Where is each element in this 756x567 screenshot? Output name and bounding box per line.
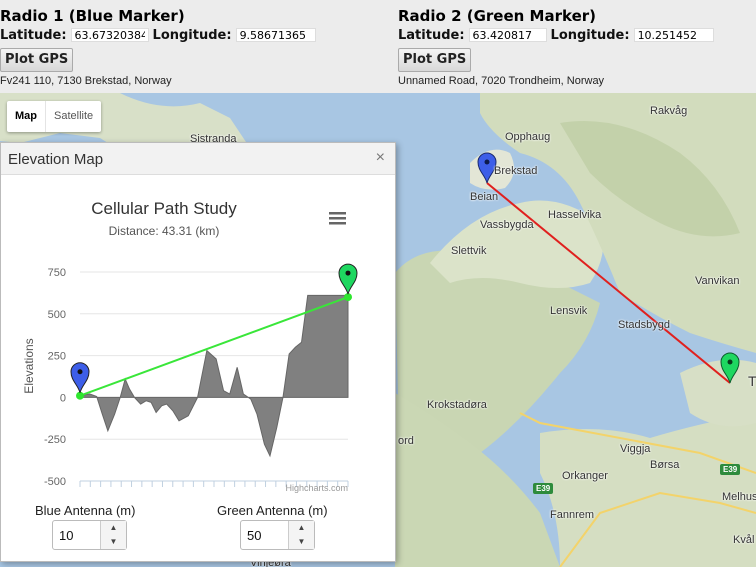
place-label: Melhus xyxy=(722,491,756,503)
radio1-lat-input[interactable] xyxy=(70,28,149,42)
place-label: ord xyxy=(398,435,414,447)
radio1-title: Radio 1 (Blue Marker) xyxy=(0,7,185,25)
spinner-arrows: ▲ ▼ xyxy=(288,521,314,549)
road-sign: E39 xyxy=(533,483,554,494)
y-tick-label: -250 xyxy=(44,434,66,446)
blue-endpoint xyxy=(76,391,84,400)
radio2-title: Radio 2 (Green Marker) xyxy=(398,7,596,25)
spin-up-icon[interactable]: ▲ xyxy=(289,521,314,535)
place-label: Børsa xyxy=(650,459,680,471)
place-label: Orkanger xyxy=(562,470,608,482)
radio2-lat-label: Latitude: xyxy=(398,27,465,43)
place-label: Krokstadøra xyxy=(427,399,487,411)
dialog-header[interactable]: Elevation Map × xyxy=(1,143,395,175)
y-tick-label: -500 xyxy=(44,476,66,488)
map-type-map-button[interactable]: Map xyxy=(7,101,45,132)
blue-chart-marker-icon xyxy=(70,362,90,393)
radio1-panel: Radio 1 (Blue Marker) Latitude: Longitud… xyxy=(0,6,320,87)
blue-antenna-value[interactable]: 10 xyxy=(59,528,73,543)
place-label: Opphaug xyxy=(505,131,551,143)
place-label: Lensvik xyxy=(550,305,588,317)
marker-pin-dot xyxy=(345,270,351,276)
map-type-control: Map Satellite xyxy=(7,101,102,132)
green-antenna-value[interactable]: 50 xyxy=(247,528,261,543)
blue-antenna-spinner[interactable]: 10 ▲ ▼ xyxy=(52,520,127,550)
place-label: Viggja xyxy=(620,443,651,455)
place-label: Hasselvika xyxy=(548,209,602,221)
place-label: Beian xyxy=(470,191,499,203)
marker-pin xyxy=(70,362,90,393)
radio1-plot-button[interactable]: Plot GPS xyxy=(0,48,74,72)
y-tick-label: 500 xyxy=(48,309,66,321)
radio2-lon-label: Longitude: xyxy=(550,27,630,43)
series-layer xyxy=(70,263,358,458)
elevation-chart: Cellular Path Study Distance: 43.31 (km)… xyxy=(22,199,358,493)
radio1-coords: Latitude: Longitude: xyxy=(0,26,320,44)
chart-subtitle: Distance: 43.31 (km) xyxy=(109,224,220,238)
y-tick-label: 750 xyxy=(48,267,66,279)
place-label: Brekstad xyxy=(494,165,538,177)
hamburger-menu-icon[interactable] xyxy=(329,212,346,225)
place-label: Fannrem xyxy=(550,509,595,521)
spin-down-icon[interactable]: ▼ xyxy=(289,535,314,549)
radio1-lon-label: Longitude: xyxy=(152,27,232,43)
elevation-dialog: Elevation Map × Cellular Path Study Dist… xyxy=(0,142,396,562)
y-axis-title: Elevations xyxy=(22,338,36,393)
green-antenna-spinner[interactable]: 50 ▲ ▼ xyxy=(240,520,315,550)
radio2-plot-button[interactable]: Plot GPS xyxy=(398,48,472,72)
chart-credits[interactable]: Highcharts.com xyxy=(285,483,348,493)
green-antenna-label: Green Antenna (m) xyxy=(217,503,328,518)
radio2-lon-input[interactable] xyxy=(633,28,714,42)
spin-down-icon[interactable]: ▼ xyxy=(101,535,126,549)
radio2-coords: Latitude: Longitude: xyxy=(398,26,718,44)
place-label: Kvål xyxy=(733,534,755,546)
place-label: T xyxy=(748,373,756,389)
map-type-satellite-button[interactable]: Satellite xyxy=(45,101,101,132)
place-label: Vassbygda xyxy=(480,219,534,231)
green-endpoint xyxy=(344,293,352,302)
close-icon[interactable]: × xyxy=(376,149,385,167)
place-label: Rakvåg xyxy=(650,105,688,117)
control-panel: Radio 1 (Blue Marker) Latitude: Longitud… xyxy=(0,0,756,93)
place-label: Slettvik xyxy=(451,245,487,257)
chart-title: Cellular Path Study xyxy=(91,199,237,218)
radio2-address: Unnamed Road, 7020 Trondheim, Norway xyxy=(398,75,605,87)
radio2-lat-input[interactable] xyxy=(468,28,547,42)
blue-antenna-label: Blue Antenna (m) xyxy=(35,503,136,518)
radio1-address: Fv241 110, 7130 Brekstad, Norway xyxy=(0,75,172,87)
marker-pin-dot xyxy=(77,369,83,375)
radio1-lat-label: Latitude: xyxy=(0,27,67,43)
dialog-title: Elevation Map xyxy=(8,151,104,168)
marker-pin xyxy=(338,263,358,295)
radio2-panel: Radio 2 (Green Marker) Latitude: Longitu… xyxy=(398,6,718,87)
y-tick-label: 0 xyxy=(60,392,66,404)
y-tick-label: 250 xyxy=(48,351,66,363)
road-sign: E39 xyxy=(720,464,741,475)
spinner-arrows: ▲ ▼ xyxy=(100,521,126,549)
green-chart-marker-icon xyxy=(338,263,358,295)
path-line xyxy=(486,182,731,384)
radio1-lon-input[interactable] xyxy=(235,28,316,42)
spin-up-icon[interactable]: ▲ xyxy=(101,521,126,535)
place-label: Stadsbygd xyxy=(618,319,670,331)
y-tick-labels: 750 500 250 0 -250 -500 xyxy=(44,267,66,488)
terrain-area xyxy=(79,294,349,458)
place-label: Vanvikan xyxy=(695,275,740,287)
